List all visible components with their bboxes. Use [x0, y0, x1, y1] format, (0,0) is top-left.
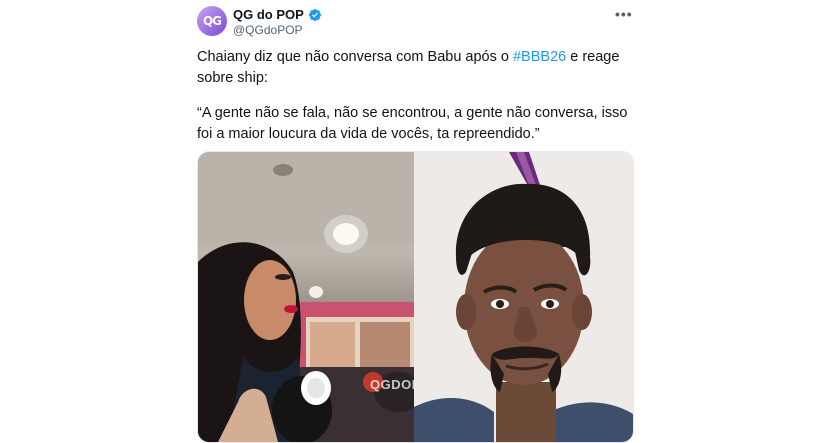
display-name[interactable]: QG do POP [233, 7, 304, 22]
tweet-media[interactable]: QGDOPOP [197, 151, 634, 443]
avatar[interactable]: QG [197, 6, 227, 36]
tweet: QG QG do POP @QGdoPOP ••• Chaiany diz qu… [0, 0, 828, 443]
tweet-text-line: Chaiany diz que não conversa com Babu ap… [197, 47, 637, 89]
author-name-row: QG do POP [233, 7, 322, 22]
media-left-photo: QGDOPOP [198, 152, 414, 442]
tweet-quote: “A gente não se fala, não se encontrou, … [197, 105, 628, 142]
tweet-text-before: Chaiany diz que não conversa com Babu ap… [197, 49, 513, 65]
tweet-text: Chaiany diz que não conversa com Babu ap… [197, 47, 637, 145]
media-watermark: QGDOPOP [370, 377, 414, 392]
man-photo-illustration [414, 152, 633, 442]
woman-photo-illustration [198, 152, 414, 442]
media-right-photo [414, 152, 633, 442]
author-handle[interactable]: @QGdoPOP [233, 23, 303, 37]
verified-badge-icon [308, 8, 321, 21]
hashtag-link[interactable]: #BBB26 [513, 49, 566, 65]
avatar-initials: QG [202, 14, 222, 28]
more-horizontal-icon[interactable]: ••• [615, 6, 633, 22]
